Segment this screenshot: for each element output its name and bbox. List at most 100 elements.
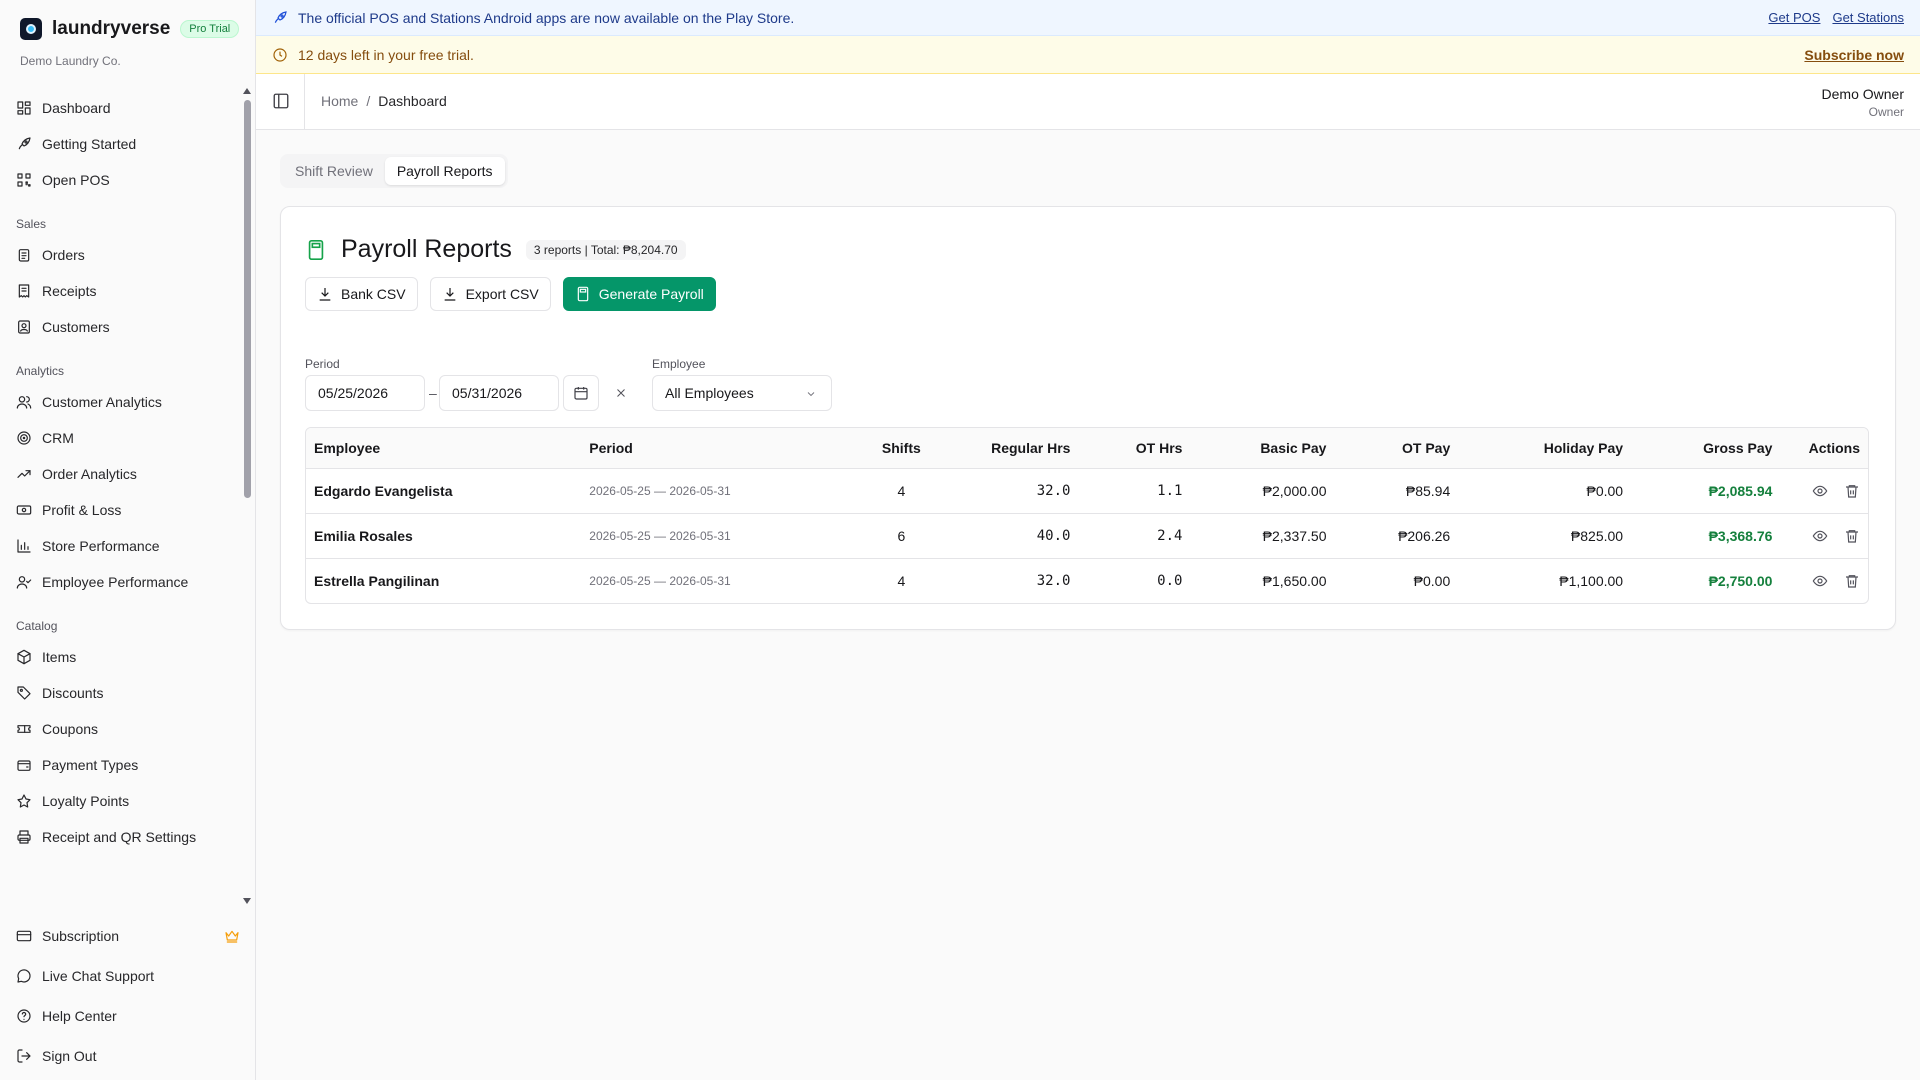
users-icon [16,396,32,409]
breadcrumb-home[interactable]: Home [321,93,358,109]
scroll-up-arrow[interactable] [243,88,251,94]
cell-holiday-pay: ₱0.00 [1458,468,1632,514]
export-csv-button[interactable]: Export CSV [429,277,551,311]
sidebar-item-sign-out[interactable]: Sign Out [0,1036,256,1076]
sidebar-item-help-center[interactable]: Help Center [0,996,256,1036]
sidebar-item-label: Items [42,649,77,665]
trash-icon[interactable] [1844,573,1860,589]
section-catalog: Catalog [16,619,58,633]
sidebar-item-orders[interactable]: Orders [0,237,240,273]
contact-icon [18,320,30,334]
cell-basic-pay: ₱1,650.00 [1262,572,1327,589]
cell-regular-hrs: 40.0 [946,513,1079,559]
column-header-basic-pay[interactable]: Basic Pay [1190,428,1335,469]
eye-icon[interactable] [1812,528,1828,544]
cell-gross-pay: ₱3,368.76 [1631,513,1781,559]
get-pos-link[interactable]: Get POS [1768,10,1820,25]
column-header-holiday-pay[interactable]: Holiday Pay [1458,428,1632,469]
subscribe-now-link[interactable]: Subscribe now [1804,47,1904,63]
sidebar-item-label: CRM [42,430,74,446]
table-header-row: Employee Period Shifts Regular Hrs OT Hr… [306,428,1868,469]
printer-icon [17,830,31,844]
column-header-ot-pay[interactable]: OT Pay [1334,428,1459,469]
button-label: Export CSV [465,286,539,302]
column-header-ot-hrs[interactable]: OT Hrs [1078,428,1191,469]
generate-payroll-button[interactable]: Generate Payroll [562,277,716,311]
cell-actions [1780,513,1868,559]
clock-icon [273,47,287,62]
cell-shifts: 4 [897,572,906,589]
user-name: Demo Owner [1821,86,1904,102]
column-header-gross-pay[interactable]: Gross Pay [1631,428,1781,469]
column-header-shifts[interactable]: Shifts [856,428,947,469]
sidebar-item-coupons[interactable]: Coupons [0,711,240,747]
sidebar-item-payment-types[interactable]: Payment Types [0,747,240,783]
cell-employee: Estrella Pangilinan [314,572,440,589]
cell-period: 2026-05-25 — 2026-05-31 [589,573,731,588]
period-end-input[interactable]: 05/31/2026 [439,375,559,411]
calendar-button[interactable] [563,375,599,411]
tab-shift-review[interactable]: Shift Review [283,157,385,185]
clipboard-icon [18,249,30,262]
sidebar-item-label: Open POS [42,172,110,188]
sidebar-item-customer-analytics[interactable]: Customer Analytics [0,384,240,420]
message-circle-icon [17,969,31,983]
sidebar-item-label: Coupons [42,721,99,737]
sidebar-item-getting-started[interactable]: Getting Started [0,126,240,162]
scroll-down-arrow[interactable] [243,898,251,904]
user-check-icon [16,576,32,589]
log-out-icon [17,1049,31,1063]
table-row[interactable]: Estrella Pangilinan 2026-05-25 — 2026-05… [306,558,1868,603]
sidebar-item-order-analytics[interactable]: Order Analytics [0,456,240,492]
sidebar-item-open-pos[interactable]: Open POS [0,162,240,198]
column-header-period[interactable]: Period [581,428,857,469]
trial-banner: 12 days left in your free trial. Subscri… [256,36,1920,74]
sidebar-item-profit-loss[interactable]: Profit & Loss [0,492,240,528]
employee-select[interactable]: All Employees [652,375,832,411]
payroll-reports-card: Payroll Reports 3 reports | Total: ₱8,20… [280,206,1896,630]
sidebar-item-live-chat-support[interactable]: Live Chat Support [0,956,256,996]
sidebar-toggle-button[interactable] [272,92,292,112]
bank-csv-button[interactable]: Bank CSV [305,277,418,311]
sidebar-item-store-performance[interactable]: Store Performance [0,528,240,564]
section-sales: Sales [16,217,47,231]
column-header-employee[interactable]: Employee [306,428,582,469]
sidebar-item-loyalty-points[interactable]: Loyalty Points [0,783,240,819]
sidebar-item-items[interactable]: Items [0,639,240,675]
clear-dates-button[interactable] [611,383,631,403]
user-menu[interactable]: Demo Owner Owner [1822,86,1904,119]
cell-ot-pay: ₱0.00 [1413,572,1451,589]
table-row[interactable]: Emilia Rosales 2026-05-25 — 2026-05-31 6… [306,513,1868,559]
cell-period: 2026-05-25 — 2026-05-31 [581,468,857,514]
tab-payroll-reports[interactable]: Payroll Reports [384,157,505,185]
star-icon [17,794,31,808]
section-analytics: Analytics [16,364,65,378]
get-stations-link[interactable]: Get Stations [1832,10,1904,25]
sidebar-item-dashboard[interactable]: Dashboard [0,90,240,126]
eye-icon[interactable] [1812,483,1828,499]
sidebar-item-subscription[interactable]: Subscription [0,916,256,956]
apps-announcement-banner: The official POS and Stations Android ap… [256,0,1920,36]
sidebar-item-receipts[interactable]: Receipts [0,273,240,309]
sidebar-footer-nav: Subscription Live Chat Support Help Cent… [0,916,256,1076]
qr-code-icon [17,173,31,187]
trash-icon[interactable] [1844,483,1860,499]
brand[interactable]: laundryverse Pro Trial [20,18,240,40]
column-header-actions: Actions [1780,428,1868,469]
sidebar: laundryverse Pro Trial Demo Laundry Co. … [0,0,256,1080]
sidebar-item-employee-performance[interactable]: Employee Performance [0,564,240,600]
banner-links: Get POS Get Stations [1768,10,1904,25]
sidebar-scrollbar[interactable] [244,100,251,498]
period-start-input[interactable]: 05/25/2026 [305,375,425,411]
eye-icon[interactable] [1812,573,1828,589]
sidebar-item-receipt-qr-settings[interactable]: Receipt and QR Settings [0,819,240,855]
sidebar-item-customers[interactable]: Customers [0,309,240,345]
sidebar-item-label: Loyalty Points [42,793,130,809]
table-row[interactable]: Edgardo Evangelista 2026-05-25 — 2026-05… [306,468,1868,514]
sidebar-item-crm[interactable]: CRM [0,420,240,456]
column-header-regular-hrs[interactable]: Regular Hrs [946,428,1079,469]
cell-holiday-pay: ₱825.00 [1458,513,1632,559]
sidebar-item-discounts[interactable]: Discounts [0,675,240,711]
plan-badge: Pro Trial [180,20,240,38]
trash-icon[interactable] [1844,528,1860,544]
